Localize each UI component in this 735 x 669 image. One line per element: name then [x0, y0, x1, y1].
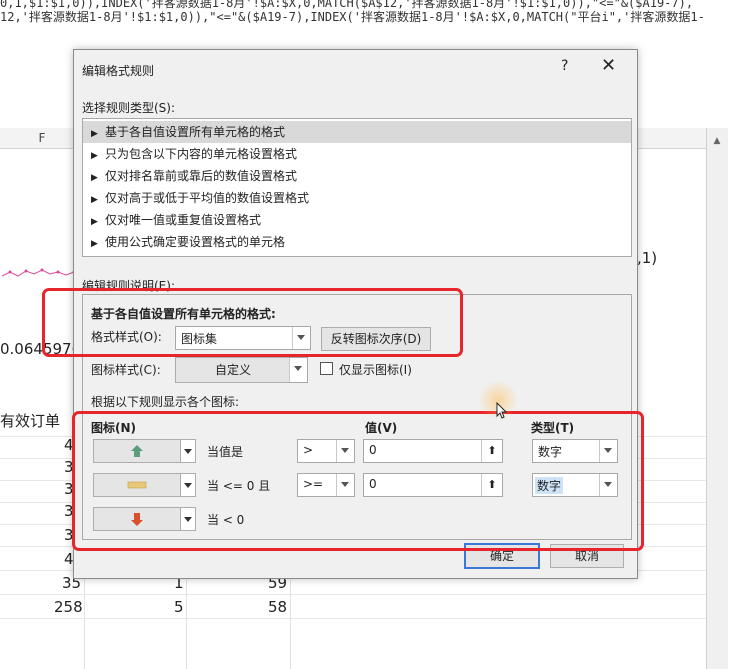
annotation-highlight [42, 288, 463, 357]
column-header-f[interactable]: F [0, 128, 84, 148]
rule-type-label: 使用公式确定要设置格式的单元格 [105, 235, 286, 249]
sparkline-chart [1, 268, 76, 277]
cell-text[interactable]: ,1) [637, 249, 657, 267]
rule-type-label: 基于各自值设置所有单元格的格式 [105, 125, 286, 139]
triangle-icon: ▶ [91, 217, 98, 227]
rule-type-item[interactable]: ▶ 使用公式确定要设置格式的单元格 [83, 231, 631, 253]
show-icon-only-label: 仅显示图标(I) [339, 363, 412, 377]
show-icon-only-checkbox[interactable] [320, 362, 333, 375]
rule-type-label: 仅对唯一值或重复值设置格式 [105, 213, 262, 227]
close-icon[interactable]: ✕ [601, 55, 616, 76]
rule-type-item[interactable]: ▶ 仅对排名靠前或靠后的数值设置格式 [83, 165, 631, 187]
icon-style-select[interactable]: 自定义 [175, 357, 291, 383]
icon-style-dropdown[interactable] [289, 357, 308, 383]
formula-line-2: 12,'拌客源数据1-8月'!$1:$1,0)),"<="&($A19-7),I… [0, 10, 705, 24]
scroll-up-icon[interactable]: ▲ [710, 136, 724, 146]
rule-type-item[interactable]: ▶ 基于各自值设置所有单元格的格式 [83, 121, 631, 143]
cell-value[interactable]: 258 [54, 598, 83, 616]
rule-type-label: 只为包含以下内容的单元格设置格式 [105, 147, 298, 161]
icon-style-value: 自定义 [214, 363, 251, 377]
cell-value[interactable]: 58 [268, 598, 287, 616]
display-rules-label: 根据以下规则显示各个图标: [91, 395, 240, 409]
rule-type-item[interactable]: ▶ 仅对高于或低于平均值的数值设置格式 [83, 187, 631, 209]
icon-style-label: 图标样式(C): [91, 363, 161, 377]
triangle-icon: ▶ [91, 151, 98, 161]
rule-type-list[interactable]: ▶ 基于各自值设置所有单元格的格式 ▶ 只为包含以下内容的单元格设置格式 ▶ 仅对排名… [82, 118, 632, 257]
chevron-down-icon[interactable] [289, 358, 307, 382]
triangle-icon: ▶ [91, 173, 98, 183]
cell-text[interactable]: 有效订单 [0, 410, 60, 431]
vertical-scrollbar[interactable]: ▲ [706, 128, 728, 669]
annotation-highlight [72, 411, 644, 551]
triangle-icon: ▶ [91, 195, 98, 205]
grid-hline [0, 618, 706, 619]
rule-type-label: 仅对高于或低于平均值的数值设置格式 [105, 191, 310, 205]
dialog-title: 编辑格式规则 [82, 64, 155, 78]
help-button[interactable]: ? [561, 58, 568, 74]
cell-value[interactable]: 5 [174, 598, 184, 616]
triangle-icon: ▶ [91, 239, 98, 249]
rule-type-item[interactable]: ▶ 仅对唯一值或重复值设置格式 [83, 209, 631, 231]
rule-type-label: 选择规则类型(S): [82, 101, 176, 115]
triangle-icon: ▶ [91, 129, 98, 139]
rule-type-item[interactable]: ▶ 只为包含以下内容的单元格设置格式 [83, 143, 631, 165]
grid-hline [0, 594, 706, 595]
rule-type-label: 仅对排名靠前或靠后的数值设置格式 [105, 169, 298, 183]
mouse-cursor-icon [496, 402, 508, 419]
